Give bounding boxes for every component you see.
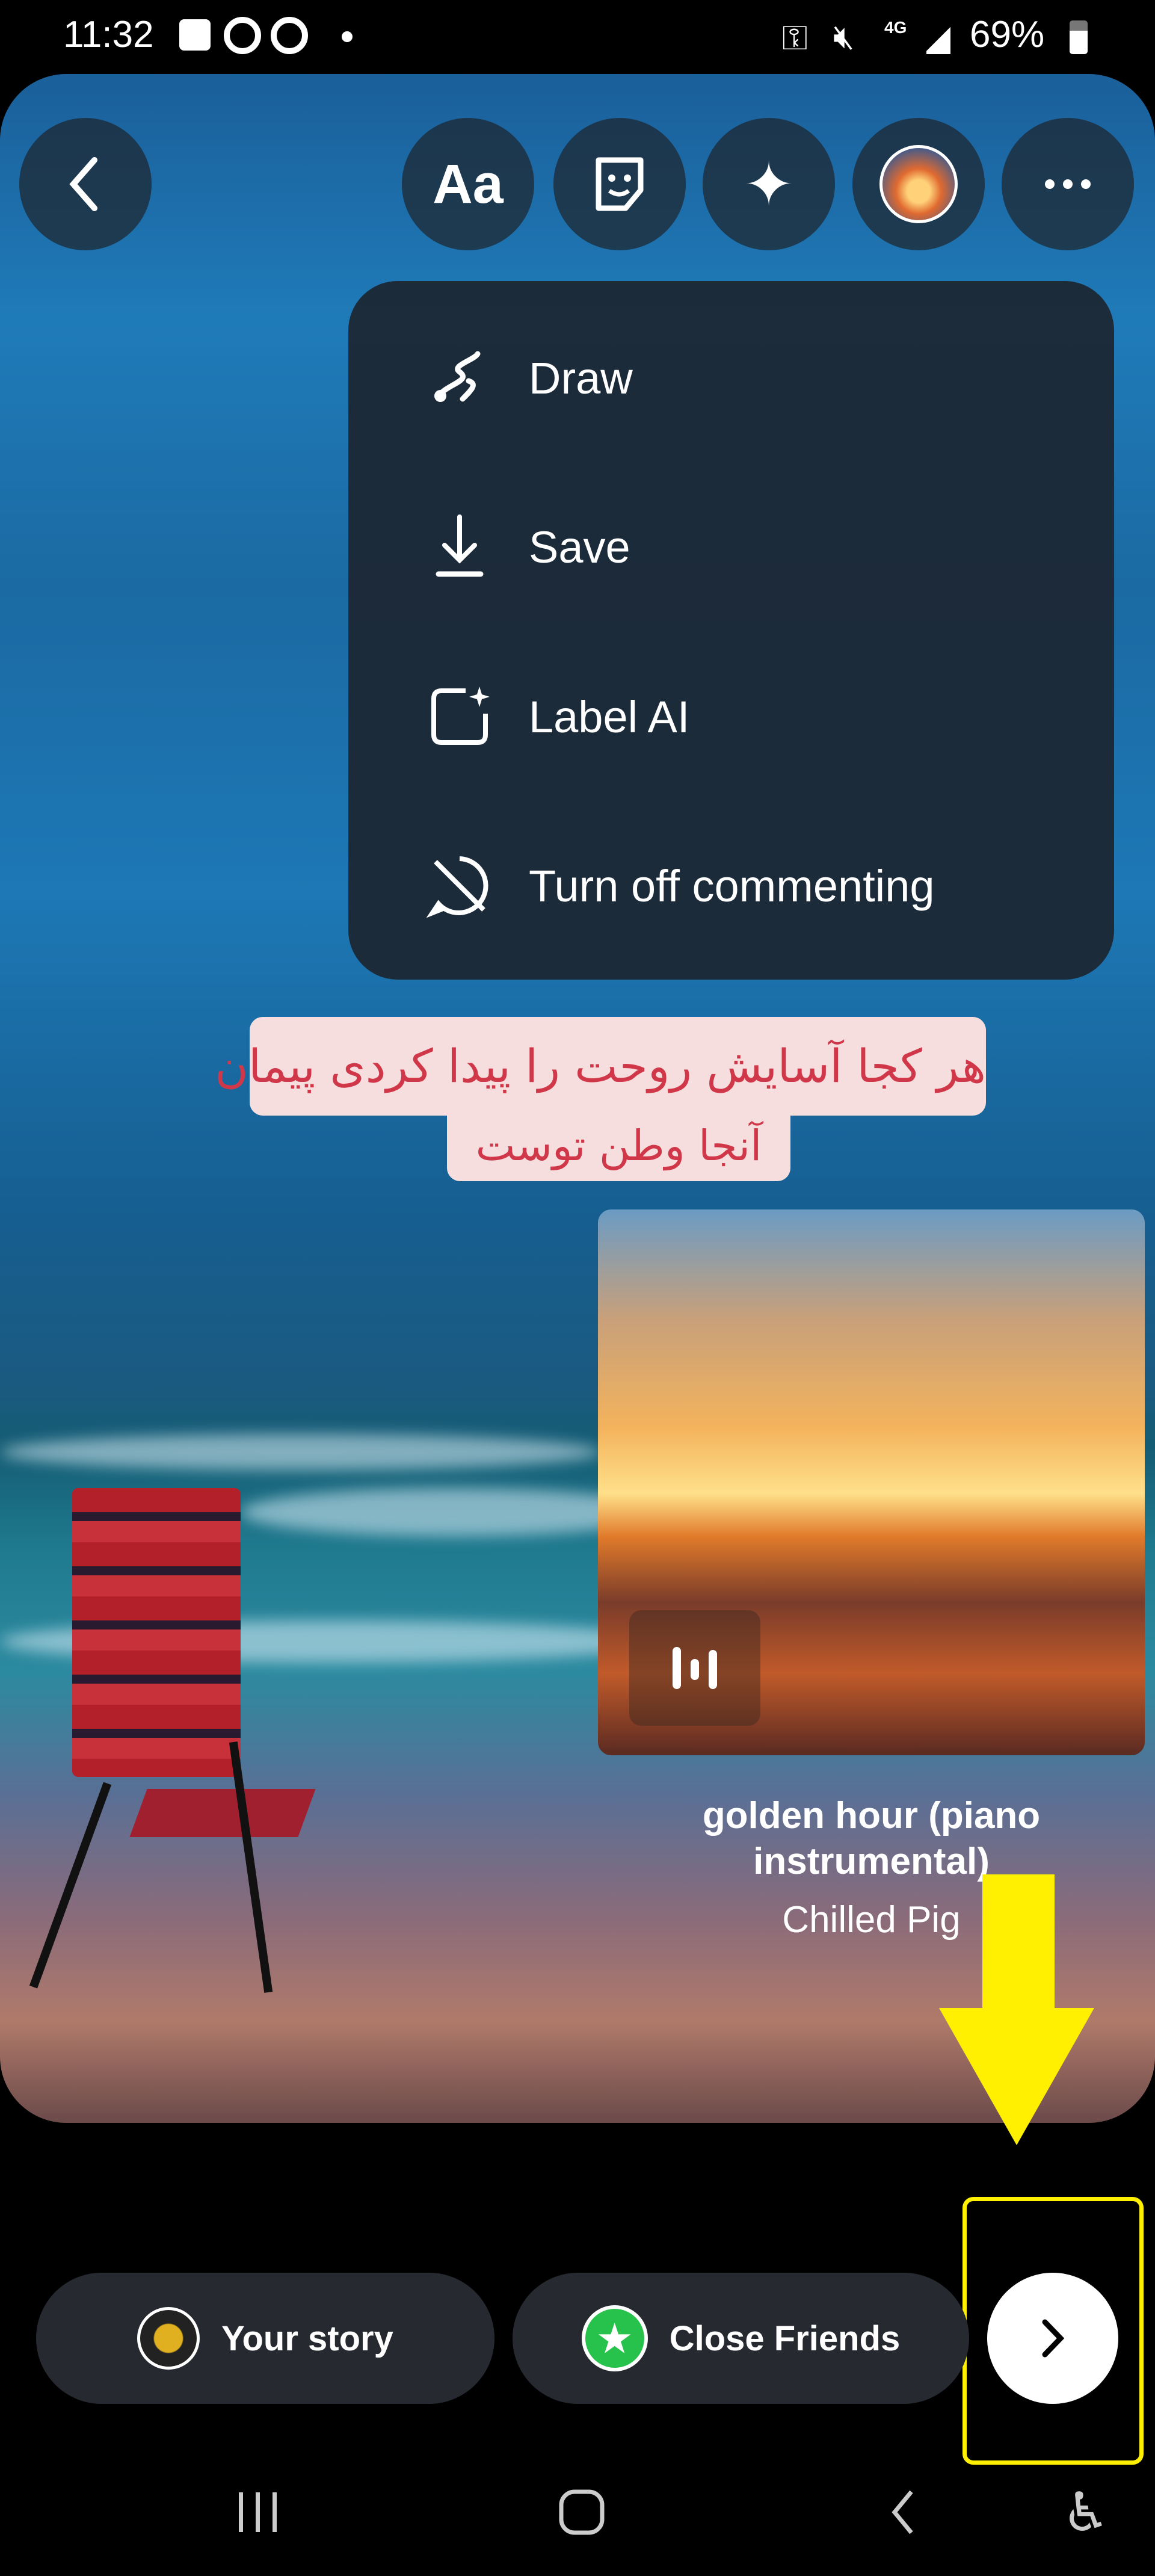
clock: 11:32 [63,14,154,55]
vpn-key-icon: ⚿ [782,19,808,57]
wave [0,1434,602,1470]
text-sticker-line-2[interactable]: آنجا وطن توست [447,1116,790,1181]
menu-item-label: Draw [529,353,633,403]
sparkles-icon: ✦ [744,150,794,218]
close-friends-label: Close Friends [669,2318,901,2358]
nav-back-icon [892,2490,913,2534]
close-friends-button[interactable]: ★ Close Friends [513,2273,969,2404]
sticker-icon [596,157,644,211]
battery-level: 69% [970,14,1045,55]
app-notification-icon [271,17,308,54]
play-pause-button[interactable] [629,1610,760,1726]
more-options-menu: Draw Save Label AI Turn off commenting [348,281,1114,980]
profile-button[interactable] [852,118,985,250]
comment-off-icon [420,853,499,919]
close-friends-star-icon: ★ [581,2305,648,2371]
your-story-avatar [137,2307,200,2370]
profile-avatar [879,145,958,223]
menu-item-label: Turn off commenting [529,860,935,911]
audio-playing-icon [673,1647,717,1689]
accessibility-button[interactable]: ♿︎ [1050,2483,1122,2543]
your-story-label: Your story [221,2318,393,2358]
menu-item-label-ai[interactable]: Label AI [348,644,1114,789]
draw-icon [420,348,499,408]
recent-apps-button[interactable] [222,2485,294,2539]
music-sticker-album-art[interactable] [598,1209,1145,1755]
gallery-notification-icon [179,19,211,51]
label-ai-icon [420,684,499,750]
sticker-button[interactable] [553,118,686,250]
text-sticker-line-1[interactable]: هر کجا آسایش روحت را پیدا کردی پیمان [215,1017,986,1116]
chevron-right-icon [1042,2319,1065,2358]
mute-icon: 🔇︎ [833,17,855,55]
more-notifications-dot [342,31,353,42]
battery-icon [1070,20,1088,54]
back-icon [69,157,97,211]
music-title: golden hour (piano instrumental) [702,1795,1041,1882]
home-icon [559,2489,605,2535]
accessibility-icon: ♿︎ [1061,2482,1110,2543]
network-type: 4G [884,18,907,37]
menu-item-label: Save [529,522,630,572]
nav-back-button[interactable] [867,2485,940,2539]
home-button[interactable] [546,2485,618,2539]
next-share-button[interactable] [987,2273,1118,2404]
status-bar: 11:32 ⚿ 🔇︎ 4G 69% [0,0,1155,72]
more-button[interactable] [1002,118,1134,250]
menu-item-turn-off-commenting[interactable]: Turn off commenting [348,814,1114,958]
text-tool-button[interactable]: Aa [402,118,534,250]
download-icon [420,514,499,580]
your-story-button[interactable]: Your story [36,2273,494,2404]
app-notification-icon [224,17,261,54]
menu-item-draw[interactable]: Draw [348,306,1114,450]
back-button[interactable] [19,118,152,250]
effects-button[interactable]: ✦ [703,118,835,250]
recent-apps-icon [239,2492,277,2532]
menu-item-save[interactable]: Save [348,475,1114,619]
beach-chair [29,1488,319,1993]
signal-icon [926,24,950,54]
annotation-arrow [939,1874,1094,2145]
more-icon [1045,179,1091,189]
menu-item-label: Label AI [529,691,690,742]
